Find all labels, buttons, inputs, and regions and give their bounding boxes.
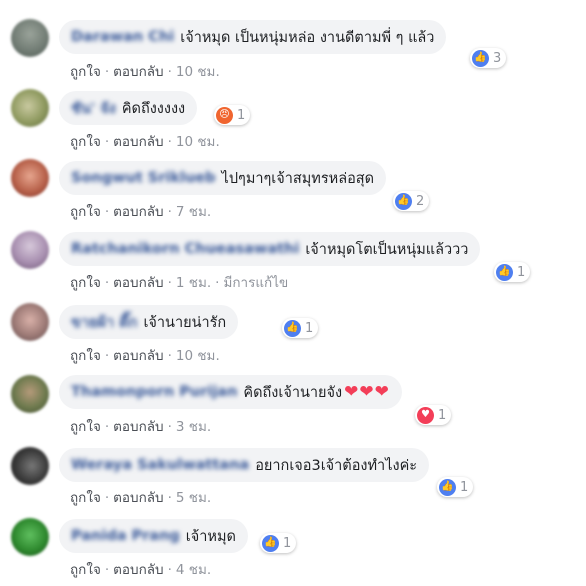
heart-emoji: ❤❤❤ <box>344 382 390 402</box>
comment-item: Darawan Chi เจ้าหมุด เป็นหนุ่มหล่อ งานดี… <box>0 0 586 80</box>
comment-text: ไปๆมาๆเจ้าสมุทรหล่อสุด <box>221 170 375 187</box>
edited-label[interactable]: มีการแก้ไข <box>223 275 288 291</box>
reply-link[interactable]: ตอบกลับ <box>113 562 163 578</box>
like-link[interactable]: ถูกใจ <box>70 348 101 364</box>
comment-bubble: ชัน' จัง คิดถึงงงงง <box>59 91 198 125</box>
comment-author[interactable]: Thamonporn Purijan <box>71 384 237 400</box>
comment-meta: ถูกใจ · ตอบกลับ · 5 ชม. <box>70 490 212 506</box>
comment-bubble: Ratchanikorn Chueasawathi เจ้าหมุดโตเป็น… <box>59 232 481 266</box>
comment-time[interactable]: 10 ชม. <box>176 348 220 364</box>
avatar[interactable] <box>11 231 49 269</box>
like-icon: 👍 <box>439 478 456 496</box>
like-link[interactable]: ถูกใจ <box>70 419 101 435</box>
comment-author[interactable]: ชัน' จัง <box>71 97 116 120</box>
comment-meta: ถูกใจ · ตอบกลับ · 10 ชม. <box>70 134 220 150</box>
reaction-count[interactable]: 😠 1 <box>214 105 251 125</box>
comment-bubble: ขายผ้า ดี๊ก เจ้านายน่ารัก <box>59 305 239 339</box>
avatar[interactable] <box>11 89 49 127</box>
reaction-count[interactable]: 👍 2 <box>393 191 430 211</box>
comment-bubble: Songwut Sriklueb ไปๆมาๆเจ้าสมุทรหล่อสุด <box>59 161 387 195</box>
comment-author[interactable]: Ratchanikorn Chueasawathi <box>71 241 299 257</box>
love-icon: ♥ <box>417 406 434 424</box>
reply-link[interactable]: ตอบกลับ <box>113 204 163 220</box>
comment-text: เจ้านายน่ารัก <box>143 314 227 331</box>
comment-bubble: Darawan Chi เจ้าหมุด เป็นหนุ่มหล่อ งานดี… <box>59 20 447 54</box>
comment-bubble: Panida Prang เจ้าหมุด <box>59 519 248 553</box>
comment-text: เจ้าหมุด เป็นหนุ่มหล่อ งานดีตามพี่ ๆ แล้… <box>180 29 435 46</box>
comment-bubble: Weraya Sakulwattana อยากเจอ3เจ้าต้องทำไง… <box>59 448 430 482</box>
comment-meta: ถูกใจ · ตอบกลับ · 3 ชม. <box>70 419 212 435</box>
like-link[interactable]: ถูกใจ <box>70 490 101 506</box>
like-icon: 👍 <box>395 192 412 210</box>
reaction-count[interactable]: 👍 1 <box>282 318 319 338</box>
reaction-number: 1 <box>305 320 314 336</box>
comment-time[interactable]: 7 ชม. <box>176 204 211 220</box>
like-link[interactable]: ถูกใจ <box>70 562 101 578</box>
comment-text: เจ้าหมุดโตเป็นหนุ่มแล้ววว <box>305 241 469 258</box>
reaction-count[interactable]: 👍 3 <box>470 48 507 68</box>
reply-link[interactable]: ตอบกลับ <box>113 348 163 364</box>
reaction-count[interactable]: ♥ 1 <box>415 405 452 425</box>
like-link[interactable]: ถูกใจ <box>70 204 101 220</box>
comment-author[interactable]: Weraya Sakulwattana <box>71 457 249 473</box>
comment-author[interactable]: Darawan Chi <box>71 29 174 45</box>
comment-text: อยากเจอ3เจ้าต้องทำไงค่ะ <box>255 457 418 474</box>
reaction-count[interactable]: 👍 1 <box>260 533 297 553</box>
reaction-number: 2 <box>416 193 425 209</box>
comment-meta: ถูกใจ · ตอบกลับ · 7 ชม. <box>70 204 212 220</box>
avatar[interactable] <box>11 159 49 197</box>
reaction-count[interactable]: 👍 1 <box>494 262 531 282</box>
comment-author[interactable]: Songwut Sriklueb <box>71 170 216 186</box>
comment-text: คิดถึงเจ้านายจัง <box>243 384 343 401</box>
comment-author[interactable]: Panida Prang <box>71 528 180 544</box>
comment-meta: ถูกใจ · ตอบกลับ · 1 ชม. · มีการแก้ไข <box>70 275 289 291</box>
reply-link[interactable]: ตอบกลับ <box>113 134 163 150</box>
reaction-number: 3 <box>493 50 502 66</box>
reaction-count[interactable]: 👍 1 <box>437 477 474 497</box>
like-link[interactable]: ถูกใจ <box>70 275 101 291</box>
comment-text: เจ้าหมุด <box>185 528 236 545</box>
comment-time[interactable]: 4 ชม. <box>176 562 211 578</box>
comment-item: ชัน' จัง คิดถึงงงงง ถูกใจ · ตอบกลับ · 10 ชม.… <box>0 75 586 150</box>
comment-time[interactable]: 1 ชม. <box>176 275 211 291</box>
comment-meta: ถูกใจ · ตอบกลับ · 4 ชม. <box>70 562 212 578</box>
comment-time[interactable]: 5 ชม. <box>176 490 211 506</box>
avatar[interactable] <box>11 19 49 57</box>
reply-link[interactable]: ตอบกลับ <box>113 490 163 506</box>
like-icon: 👍 <box>284 319 301 337</box>
avatar[interactable] <box>11 303 49 341</box>
avatar[interactable] <box>11 375 49 413</box>
like-icon: 👍 <box>472 49 489 67</box>
reaction-number: 1 <box>237 107 246 123</box>
reaction-number: 1 <box>283 535 292 551</box>
like-icon: 👍 <box>496 263 513 281</box>
comment-item: Panida Prang เจ้าหมุด 👍 1 ถูกใจ · ตอบกลับ · 4… <box>0 510 586 586</box>
reaction-number: 1 <box>517 264 526 280</box>
comment-text: คิดถึงงงงง <box>121 100 186 117</box>
comment-meta: ถูกใจ · ตอบกลับ · 10 ชม. <box>70 348 220 364</box>
avatar[interactable] <box>11 518 49 556</box>
comment-time[interactable]: 10 ชม. <box>176 134 220 150</box>
avatar[interactable] <box>11 447 49 485</box>
reaction-number: 1 <box>438 407 447 423</box>
like-icon: 👍 <box>262 534 279 552</box>
comment-item: Ratchanikorn Chueasawathi เจ้าหมุดโตเป็น… <box>0 222 586 294</box>
comment-item: Weraya Sakulwattana อยากเจอ3เจ้าต้องทำไง… <box>0 438 586 510</box>
comment-author[interactable]: ขายผ้า ดี๊ก <box>71 311 137 334</box>
comment-item: Thamonporn Purijan คิดถึงเจ้านายจัง ❤❤❤ … <box>0 366 586 438</box>
angry-face-icon: 😠 <box>216 106 233 124</box>
reaction-number: 1 <box>460 479 469 495</box>
reply-link[interactable]: ตอบกลับ <box>113 275 163 291</box>
comment-bubble: Thamonporn Purijan คิดถึงเจ้านายจัง ❤❤❤ <box>59 375 402 409</box>
reply-link[interactable]: ตอบกลับ <box>113 419 163 435</box>
like-link[interactable]: ถูกใจ <box>70 134 101 150</box>
comment-time[interactable]: 3 ชม. <box>176 419 211 435</box>
comment-item: Songwut Sriklueb ไปๆมาๆเจ้าสมุทรหล่อสุด … <box>0 150 586 222</box>
comment-item: ขายผ้า ดี๊ก เจ้านายน่ารัก 👍 1 ถูกใจ · ตอบกล… <box>0 294 586 366</box>
